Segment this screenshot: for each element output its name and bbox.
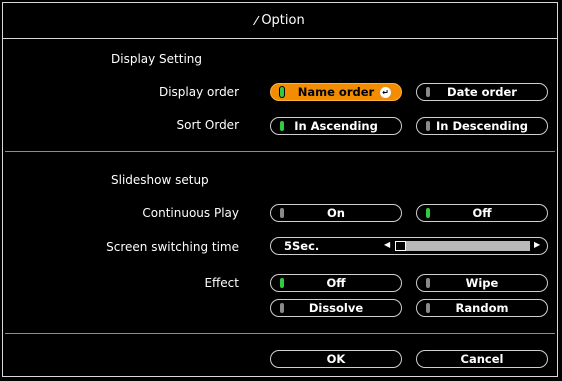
date-order-button[interactable]: Date order [416,83,548,101]
effect-random-button[interactable]: Random [416,299,548,317]
indicator-off-icon [426,278,430,288]
arrow-left-icon[interactable]: ◀ [384,240,390,249]
ok-button[interactable]: OK [270,350,402,368]
indicator-off-icon [280,208,284,218]
title-bar: ⁄⁄ Option [3,3,557,39]
cancel-label: Cancel [460,352,504,366]
continuous-play-on-button[interactable]: On [270,204,402,222]
effect-dissolve-button[interactable]: Dissolve [270,299,402,317]
effect-random-label: Random [455,301,509,315]
enter-icon: ↵ [380,87,391,98]
divider [5,333,555,334]
effect-wipe-label: Wipe [465,276,499,290]
arrow-right-icon[interactable]: ▶ [534,240,540,249]
effect-off-button[interactable]: Off [270,274,402,292]
indicator-on-icon [280,121,284,131]
slider-thumb[interactable] [395,241,406,251]
option-dialog: ⁄⁄ Option [2,2,558,377]
off-label: Off [472,206,492,220]
in-ascending-label: In Ascending [294,119,378,133]
effect-off-label: Off [326,276,346,290]
indicator-off-icon [280,303,284,313]
sort-order-label: Sort Order [176,118,239,132]
slider-track[interactable] [395,241,530,251]
name-order-button[interactable]: Name order ↵ [270,83,402,101]
display-setting-heading: Display Setting [111,52,203,66]
divider [5,151,555,152]
screen-switching-time-label: Screen switching time [106,240,239,254]
indicator-on-icon [426,208,430,218]
indicator-off-icon [426,303,430,313]
indicator-on-icon [280,278,284,288]
continuous-play-off-button[interactable]: Off [416,204,548,222]
name-order-label: Name order [297,85,375,99]
screen-switching-time-slider[interactable]: 5Sec. ◀ ▶ [270,237,548,255]
display-order-label: Display order [158,85,239,99]
cancel-button[interactable]: Cancel [416,350,548,368]
on-label: On [327,206,345,220]
effect-wipe-button[interactable]: Wipe [416,274,548,292]
indicator-off-icon [426,87,430,97]
dialog-title: Option [261,13,305,28]
effect-label: Effect [204,276,239,290]
screen-switching-time-value: 5Sec. [284,239,320,253]
slideshow-setup-heading: Slideshow setup [111,173,209,187]
effect-dissolve-label: Dissolve [308,301,364,315]
in-ascending-button[interactable]: In Ascending [270,117,402,135]
in-descending-label: In Descending [435,119,529,133]
indicator-off-icon [426,121,430,131]
continuous-play-label: Continuous Play [142,206,239,220]
indicator-on-icon [280,87,284,97]
in-descending-button[interactable]: In Descending [416,117,548,135]
ok-label: OK [326,352,346,366]
date-order-label: Date order [447,85,517,99]
